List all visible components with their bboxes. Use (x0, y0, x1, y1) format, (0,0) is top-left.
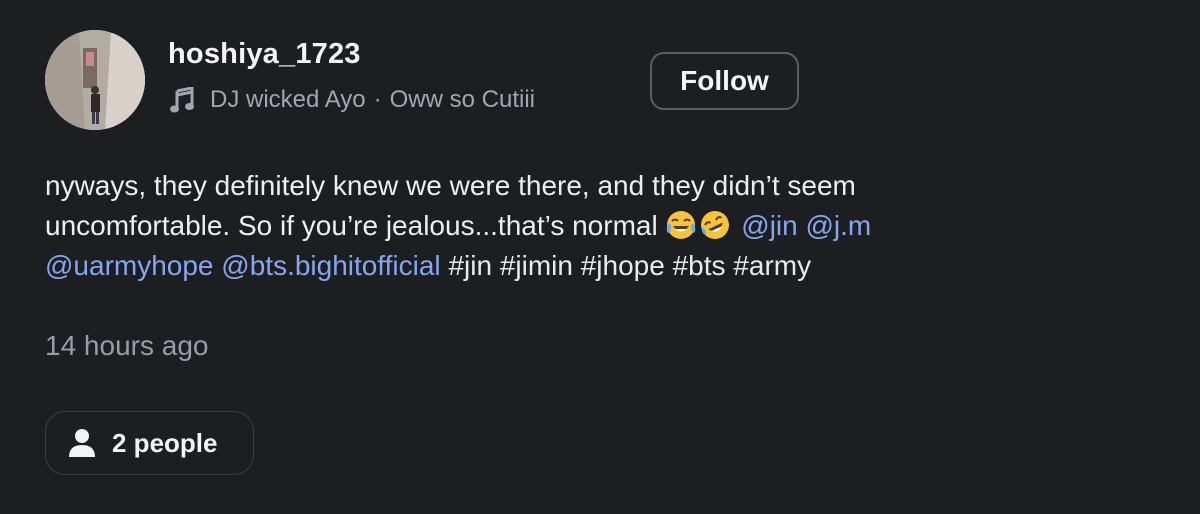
follow-button[interactable]: Follow (650, 52, 799, 110)
rolling-on-floor-laughing-emoji (699, 209, 731, 241)
music-artist: DJ wicked Ayo (210, 86, 366, 113)
people-button[interactable]: 2 people (45, 411, 254, 475)
post-text-line-2: uncomfortable. So if you’re jealous...th… (45, 206, 1165, 246)
face-with-tears-of-joy-emoji (665, 209, 697, 241)
mention-link[interactable]: @j.m (805, 210, 871, 241)
post-text-line-2-text: uncomfortable. So if you’re jealous...th… (45, 210, 658, 241)
hashtag-link[interactable]: #jimin (500, 250, 573, 281)
hashtag-link[interactable]: #bts (673, 250, 726, 281)
post-text: nyways, they definitely knew we were the… (45, 166, 1165, 286)
hashtag-link[interactable]: #jhope (581, 250, 665, 281)
mention-link[interactable]: @bts.bighitofficial (221, 250, 440, 281)
music-track: Oww so Cutiii (389, 86, 535, 113)
mention-link[interactable]: @uarmyhope (45, 250, 214, 281)
post-text-line-3: @uarmyhope @bts.bighitofficial #jin #jim… (45, 246, 1165, 286)
mention-link[interactable]: @jin (741, 210, 797, 241)
post-view: hoshiya_1723 DJ wicked Ayo · Oww so Cuti… (0, 0, 1200, 514)
username[interactable]: hoshiya_1723 (168, 38, 361, 71)
avatar[interactable] (45, 30, 145, 130)
hashtag-link[interactable]: #jin (448, 250, 492, 281)
hashtag-link[interactable]: #army (733, 250, 811, 281)
post-timestamp: 14 hours ago (45, 330, 209, 361)
music-separator: · (373, 86, 382, 113)
person-icon (68, 428, 96, 458)
music-attribution[interactable]: DJ wicked Ayo · Oww so Cutiii (168, 86, 535, 114)
people-button-label: 2 people (112, 427, 218, 458)
post-text-line-1: nyways, they definitely knew we were the… (45, 170, 856, 201)
music-note-icon (168, 86, 196, 114)
